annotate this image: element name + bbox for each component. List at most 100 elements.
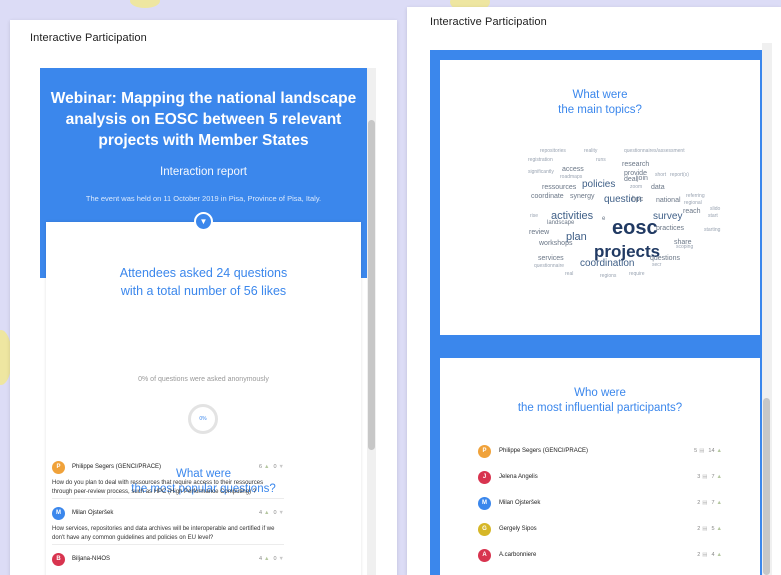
participant-like-count: 5: [711, 526, 715, 532]
question-author: Philippe Segers (GENCI/PRACE): [72, 464, 162, 470]
thumbs-down-icon: ▼: [278, 464, 284, 470]
thumbs-up-icon: ▲: [716, 526, 722, 532]
chat-icon: ▤: [702, 500, 708, 506]
word-cloud-term: research: [622, 161, 649, 168]
word-cloud-term: registration: [528, 157, 553, 163]
event-description: The event was held on 11 October 2019 in…: [85, 194, 322, 203]
participant-name: Gergely Sipos: [499, 526, 537, 532]
panel-title: Interactive Participation: [430, 16, 547, 28]
word-cloud-term: hpc: [632, 196, 644, 203]
participant-name: Milan Ojsteršek: [499, 500, 541, 506]
event-title: Webinar: Mapping the national landscape …: [50, 90, 357, 149]
word-cloud-term: coordinate: [531, 193, 564, 200]
word-cloud-term: access: [562, 166, 584, 173]
question-stats: 4 ▲ 0 ▼: [259, 510, 284, 516]
question-author: Biljana-NI4OS: [72, 556, 111, 562]
word-cloud-term: workshops: [538, 240, 573, 247]
thumbs-up-icon: ▲: [264, 464, 270, 470]
word-cloud-term: questionnaire: [534, 263, 564, 269]
word-cloud-term: secr: [652, 262, 662, 268]
participant-name: Jelena Angelis: [499, 474, 538, 480]
right-report-panel: Interactive Participation What were the …: [407, 7, 781, 575]
word-cloud-term: require: [629, 271, 645, 277]
avatar: M: [52, 507, 65, 520]
influential-title-line1: Who were: [574, 387, 626, 399]
word-cloud-term: report(s): [670, 172, 689, 178]
participant-question-count: 2: [697, 552, 701, 558]
word-cloud-term: reach: [683, 208, 701, 215]
participant-like-count: 14: [708, 448, 715, 454]
left-scrollbar[interactable]: [367, 68, 376, 575]
word-cloud-term: regional: [684, 200, 702, 206]
chat-icon: ▤: [699, 448, 705, 454]
avatar: J: [478, 471, 491, 484]
avatar: A: [478, 549, 491, 562]
right-scrollbar-thumb[interactable]: [763, 398, 770, 575]
right-scrollbar[interactable]: [762, 43, 772, 575]
participant-row[interactable]: A A.carbonniere 2 ▤ 4 ▲: [478, 549, 722, 563]
word-cloud-term: e: [602, 216, 606, 222]
anonymous-stat: 0% of questions were asked anonymously: [138, 376, 269, 383]
word-cloud-term: ressources: [542, 184, 577, 191]
thumbs-up-icon: ▲: [264, 510, 270, 516]
participant-row[interactable]: M Milan Ojsteršek 2 ▤ 7 ▲: [478, 497, 722, 511]
word-cloud-term: data: [651, 184, 665, 191]
thumbs-up-icon: ▲: [264, 556, 270, 562]
word-cloud-term: questions: [650, 255, 680, 262]
chevron-down-icon[interactable]: ▼: [194, 212, 213, 231]
chat-icon: ▤: [702, 526, 708, 532]
avatar: P: [52, 461, 65, 474]
topics-title-line2: the main topics?: [558, 104, 642, 116]
influential-title-line2: the most influential participants?: [517, 402, 683, 414]
word-cloud-term: eosc: [612, 217, 658, 239]
divider: [52, 498, 284, 499]
panel-title: Interactive Participation: [30, 32, 147, 44]
avatar: P: [478, 445, 491, 458]
word-cloud-term: rise: [530, 213, 538, 219]
influential-title: Who were the most influential participan…: [440, 386, 760, 416]
question-item[interactable]: B Biljana-NI4OS 4 ▲ 0 ▼: [52, 553, 284, 567]
question-item[interactable]: M Milan Ojsteršek 4 ▲ 0 ▼ How services, rep…: [52, 507, 284, 542]
word-cloud-term: policies: [582, 179, 615, 190]
participant-stats: 2 ▤ 7 ▲: [697, 500, 722, 506]
participant-row[interactable]: P Philippe Segers (GENCI/PRACE) 5 ▤ 14 ▲: [478, 445, 722, 459]
thumbs-up-icon: ▲: [716, 500, 722, 506]
participant-stats: 2 ▤ 5 ▲: [697, 526, 722, 532]
word-cloud-term: significantly: [528, 169, 554, 175]
question-stats: 6 ▲ 0 ▼: [259, 464, 284, 470]
word-cloud-term: roadmaps: [560, 174, 583, 180]
chat-icon: ▤: [702, 552, 708, 558]
word-cloud-term: slido: [710, 206, 721, 212]
word-cloud-term: survey: [653, 211, 682, 222]
word-cloud-term: landscape: [547, 220, 575, 226]
word-cloud-term: referring: [686, 193, 705, 199]
left-scrollbar-thumb[interactable]: [368, 120, 375, 450]
participant-row[interactable]: J Jelena Angelis 3 ▤ 7 ▲: [478, 471, 722, 485]
thumbs-up-icon: ▲: [716, 474, 722, 480]
chat-icon: ▤: [702, 474, 708, 480]
word-cloud-term: repositories: [540, 148, 566, 154]
word-cloud-term: national: [656, 197, 681, 204]
likes-count-text: with a total number of 56 likes: [120, 284, 287, 298]
word-cloud-term: deal: [624, 176, 638, 183]
dislike-count: 0: [273, 464, 277, 470]
participant-like-count: 7: [711, 500, 715, 506]
word-cloud-term: runs: [596, 157, 606, 163]
thumbs-down-icon: ▼: [278, 556, 284, 562]
participant-row[interactable]: G Gergely Sipos 2 ▤ 5 ▲: [478, 523, 722, 537]
participant-name: A.carbonniere: [499, 552, 537, 558]
anonymous-donut-chart: 0%: [188, 404, 218, 434]
participant-question-count: 5: [694, 448, 698, 454]
avatar: G: [478, 523, 491, 536]
word-cloud-term: coordination: [580, 258, 634, 269]
participant-stats: 2 ▤ 4 ▲: [697, 552, 722, 558]
participant-like-count: 4: [711, 552, 715, 558]
influential-participants-card: Who were the most influential participan…: [440, 358, 760, 575]
word-cloud-term: zoom: [630, 184, 642, 190]
word-cloud-term: questionnaires/assessment: [624, 148, 685, 154]
word-cloud-term: starting: [704, 227, 721, 233]
participant-like-count: 7: [711, 474, 715, 480]
question-text: How do you plan to deal with ressources …: [52, 480, 264, 495]
participant-stats: 3 ▤ 7 ▲: [697, 474, 722, 480]
question-item[interactable]: P Philippe Segers (GENCI/PRACE) 6 ▲ 0 ▼ How…: [52, 461, 284, 496]
